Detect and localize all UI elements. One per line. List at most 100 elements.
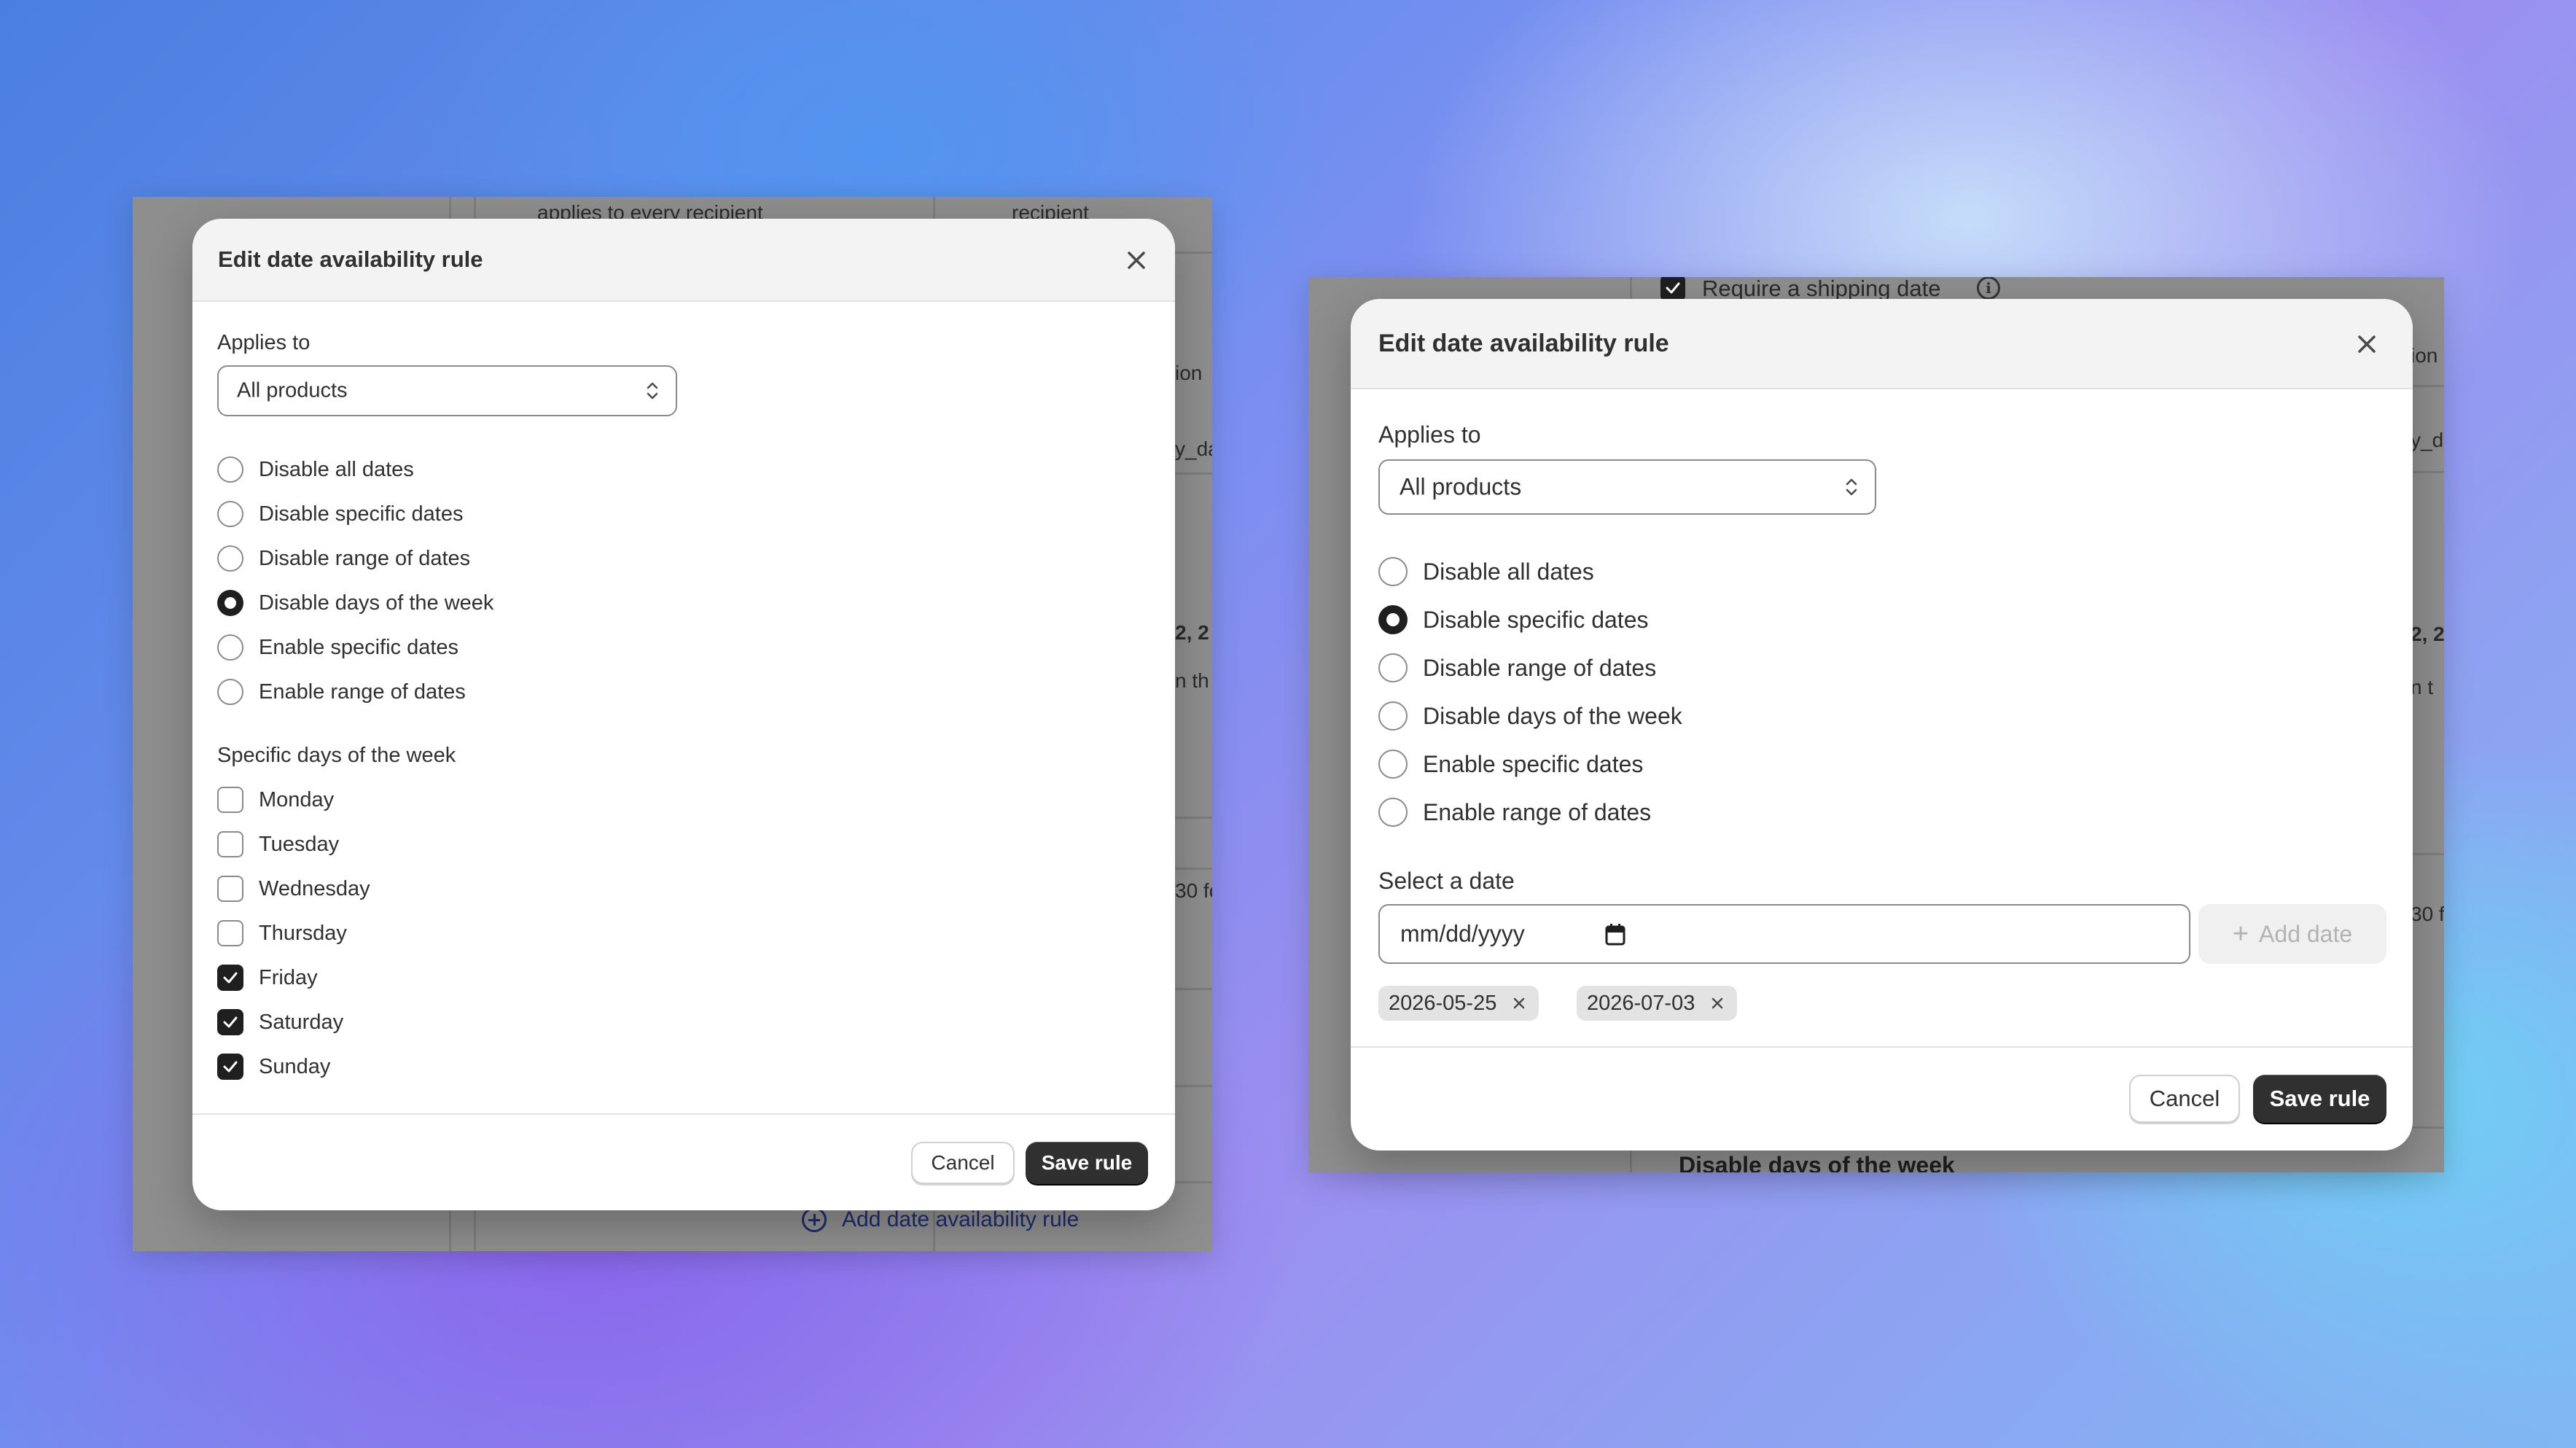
bg-text-fragment: y_da [1175, 437, 1212, 460]
radio-label: Disable days of the week [1423, 702, 1682, 729]
radio-button-selected[interactable] [1378, 605, 1408, 634]
bg-row-divider [1175, 1085, 1212, 1087]
radio-enable-range-of-dates[interactable]: Enable range of dates [217, 679, 466, 705]
checkbox[interactable] [217, 876, 243, 902]
add-circle-icon [802, 1207, 827, 1232]
radio-disable-all-dates[interactable]: Disable all dates [217, 456, 414, 483]
radio-disable-days-of-week[interactable]: Disable days of the week [217, 590, 493, 616]
save-rule-button[interactable]: Save rule [2253, 1075, 2386, 1123]
bg-row-divider [2409, 471, 2444, 473]
bg-row-divider [1175, 472, 1212, 475]
checkbox[interactable] [217, 787, 243, 813]
select-date-label: Select a date [1378, 868, 1515, 894]
bg-row-divider [1175, 1181, 1212, 1183]
checkbox-label: Tuesday [259, 832, 340, 856]
add-date-label: Add date [2259, 920, 2353, 947]
radio-button[interactable] [217, 501, 243, 527]
select-chevrons-icon [1846, 478, 1857, 496]
applies-to-select[interactable]: All products [217, 365, 677, 416]
radio-label: Enable specific dates [1423, 750, 1644, 777]
applies-to-select[interactable]: All products [1378, 459, 1876, 515]
checkbox[interactable] [217, 831, 243, 857]
radio-disable-specific-dates[interactable]: Disable specific dates [1378, 605, 1648, 634]
radio-label: Disable specific dates [1423, 606, 1649, 633]
footer-divider [192, 1113, 1175, 1115]
checkmark-icon [1666, 282, 1680, 294]
add-date-button[interactable]: + Add date [2198, 904, 2386, 964]
radio-button-selected[interactable] [217, 590, 243, 616]
close-button[interactable] [1118, 242, 1155, 279]
bg-section-heading: Disable days of the week [1679, 1152, 1955, 1172]
remove-tag-icon[interactable] [1708, 994, 1727, 1013]
bg-text-fragment: 30 fo [1175, 879, 1212, 902]
checkbox-tuesday[interactable]: Tuesday [217, 831, 339, 857]
radio-enable-specific-dates[interactable]: Enable specific dates [217, 634, 458, 661]
checkbox-label: Sunday [259, 1054, 331, 1078]
checkbox-wednesday[interactable]: Wednesday [217, 876, 370, 902]
date-tag-label: 2026-05-25 [1389, 991, 1497, 1015]
radio-label: Disable all dates [1423, 558, 1594, 585]
bg-text-fragment: y_d [2411, 429, 2444, 451]
edit-rule-modal: Edit date availability rule Applies to A… [192, 219, 1175, 1210]
checkbox-thursday[interactable]: Thursday [217, 920, 347, 946]
radio-button[interactable] [217, 679, 243, 705]
radio-disable-range-of-dates[interactable]: Disable range of dates [1378, 653, 1656, 682]
checkmark-icon [223, 1016, 238, 1028]
checkbox[interactable] [217, 920, 243, 946]
bg-row-divider [1175, 988, 1212, 990]
checkmark-icon [223, 1061, 238, 1073]
radio-disable-all-dates[interactable]: Disable all dates [1378, 557, 1594, 586]
radio-button[interactable] [1378, 750, 1408, 779]
footer-divider [1351, 1046, 2413, 1048]
plus-icon: + [2232, 919, 2249, 949]
radio-label: Enable range of dates [1423, 798, 1652, 825]
bg-row-divider [2409, 1126, 2444, 1129]
radio-label: Enable specific dates [259, 635, 459, 659]
radio-button[interactable] [217, 456, 243, 483]
applies-to-value: All products [237, 378, 348, 402]
select-chevrons-icon [647, 382, 658, 400]
radio-disable-range-of-dates[interactable]: Disable range of dates [217, 545, 470, 572]
checkbox-friday[interactable]: Friday [217, 965, 318, 991]
checkbox-label: Friday [259, 965, 318, 989]
close-icon [1128, 252, 1145, 269]
date-tag: 2026-07-03 [1577, 986, 1738, 1021]
radio-button[interactable] [217, 545, 243, 572]
checkbox-checked[interactable] [217, 1009, 243, 1035]
edit-rule-modal: Edit date availability rule Applies to A… [1351, 299, 2413, 1151]
radio-button[interactable] [1378, 653, 1408, 682]
cancel-button[interactable]: Cancel [2129, 1075, 2240, 1123]
add-date-availability-rule-link[interactable]: Add date availability rule [842, 1207, 1079, 1232]
radio-button[interactable] [1378, 798, 1408, 827]
bg-text-fragment: 2, 2 [2411, 623, 2444, 645]
bg-row-divider [1175, 868, 1212, 870]
date-tag-label: 2026-07-03 [1587, 991, 1695, 1015]
save-rule-button[interactable]: Save rule [1026, 1142, 1148, 1184]
radio-button[interactable] [1378, 701, 1408, 731]
modal-title: Edit date availability rule [1378, 330, 1669, 357]
checkbox-checked[interactable] [217, 965, 243, 991]
checkbox-checked[interactable] [217, 1054, 243, 1080]
radio-disable-specific-dates[interactable]: Disable specific dates [217, 501, 463, 527]
checkbox-label: Saturday [259, 1010, 344, 1034]
date-tag: 2026-05-25 [1378, 986, 1539, 1021]
calendar-icon[interactable] [1604, 923, 1626, 946]
specific-days-label: Specific days of the week [217, 744, 456, 767]
cancel-button[interactable]: Cancel [911, 1142, 1015, 1184]
checkbox-monday[interactable]: Monday [217, 787, 334, 813]
radio-button[interactable] [1378, 557, 1408, 586]
require-shipping-checkbox[interactable] [1660, 277, 1685, 300]
applies-to-label: Applies to [217, 331, 311, 354]
checkbox-saturday[interactable]: Saturday [217, 1009, 343, 1035]
radio-label: Enable range of dates [259, 680, 466, 704]
remove-tag-icon[interactable] [1510, 994, 1529, 1013]
date-input[interactable]: mm/dd/yyyy [1378, 904, 2190, 964]
radio-enable-range-of-dates[interactable]: Enable range of dates [1378, 798, 1651, 827]
radio-button[interactable] [217, 634, 243, 661]
close-button[interactable] [2349, 326, 2385, 362]
radio-label: Disable range of dates [259, 546, 471, 570]
checkbox-sunday[interactable]: Sunday [217, 1054, 330, 1080]
radio-label: Disable range of dates [1423, 654, 1657, 681]
radio-disable-days-of-week[interactable]: Disable days of the week [1378, 701, 1682, 731]
radio-enable-specific-dates[interactable]: Enable specific dates [1378, 750, 1643, 779]
